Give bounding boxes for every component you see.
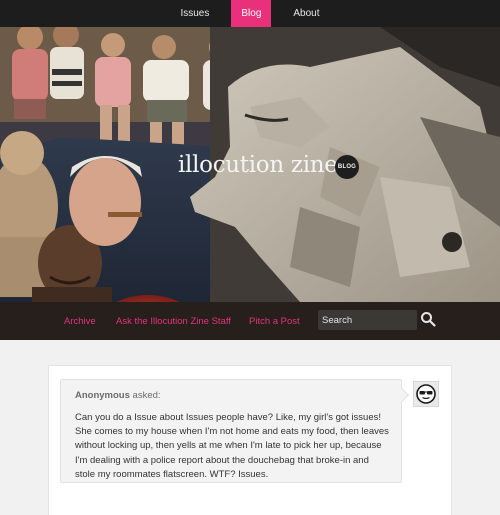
avatar[interactable] [413,381,439,407]
nav-about[interactable]: About [283,0,329,27]
question-text: Can you do a Issue about Issues people h… [75,411,393,482]
asker-verb: asked: [132,390,161,401]
archive-link[interactable]: Archive [64,316,96,327]
ask-link[interactable]: Ask the Illocution Zine Staff [116,316,231,327]
pitch-post-link[interactable]: Pitch a Post [249,316,300,327]
question-line: She comes to my house when I'm not home … [75,426,389,438]
nav-issues[interactable]: Issues [170,0,219,27]
asker-name[interactable]: Anonymous [75,390,130,401]
header-collage [0,27,500,340]
search-icon[interactable] [420,311,436,328]
question-line: stole my roommates flatscreen. WTF? Issu… [75,468,269,480]
sunglasses-face-icon [416,384,436,404]
top-nav: Issues Blog About [0,0,500,27]
collage-artwork [0,27,500,340]
question-line: I'm dealing with a police report about t… [75,454,369,466]
blog-badge: BLOG [335,155,359,179]
search-input[interactable] [318,310,417,330]
site-title[interactable]: illocution zine [178,152,338,178]
question-line: Can you do a Issue about Issues people h… [75,412,381,423]
asker-line: Anonymous asked: [75,390,161,401]
nav-blog[interactable]: Blog [231,0,272,27]
question-line: without locking up, then yells at me whe… [75,440,382,452]
